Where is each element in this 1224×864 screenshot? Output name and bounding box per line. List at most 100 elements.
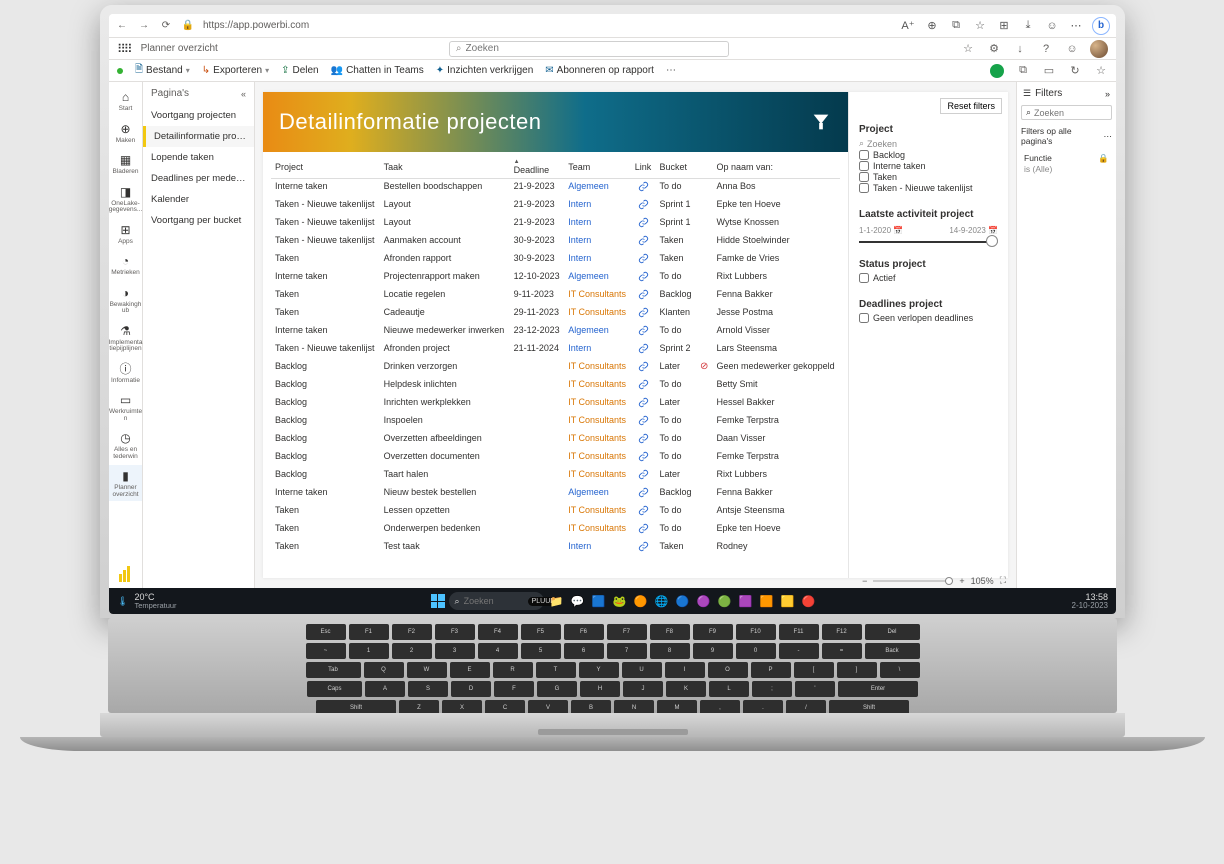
nav-item[interactable]: ▦Bladeren [109, 149, 142, 179]
taskbar-app-icon[interactable]: 🌐 [653, 592, 671, 610]
link-cell[interactable] [631, 485, 656, 503]
page-tab[interactable]: Voortgang per bucket [143, 210, 254, 231]
nav-item[interactable]: ◔Metrieken [109, 250, 142, 280]
table-row[interactable]: TakenOnderwerpen bedenkenIT ConsultantsT… [271, 521, 840, 539]
link-cell[interactable] [631, 269, 656, 287]
link-cell[interactable] [631, 395, 656, 413]
activity-slider[interactable]: 1-1-2020 📅 14-9-2023 📅 [859, 226, 998, 243]
avatar[interactable] [1090, 40, 1108, 58]
link-cell[interactable] [631, 521, 656, 539]
table-row[interactable]: TakenTest taakInternTakenRodney [271, 539, 840, 557]
nav-item[interactable]: ⊕Maken [109, 118, 142, 148]
weather-icon[interactable]: 🌡 [117, 596, 128, 607]
nav-item[interactable]: ◑Bewakingh ub [109, 282, 142, 318]
breadcrumb[interactable]: Planner overzicht [141, 43, 218, 54]
nav-item[interactable]: ◷Alles en tederwin [109, 427, 142, 463]
table-row[interactable]: TakenLocatie regelen9-11-2023IT Consulta… [271, 287, 840, 305]
teams-button[interactable]: 👥Chatten in Teams [331, 65, 424, 76]
link-cell[interactable] [631, 215, 656, 233]
taskbar-search-input[interactable] [464, 596, 524, 606]
taskbar-app-icon[interactable]: 🟣 [695, 592, 713, 610]
profile-icon[interactable]: ☺ [1044, 18, 1060, 34]
table-row[interactable]: Interne takenProjectenrapport maken12-10… [271, 269, 840, 287]
overflow-icon[interactable]: ⋯ [666, 65, 676, 76]
fav-icon[interactable]: ☆ [960, 41, 976, 57]
zoom-out-icon[interactable]: − [862, 576, 867, 586]
extensions-icon[interactable]: ⧉ [948, 18, 964, 34]
export-menu[interactable]: ↳Exporteren▾ [202, 65, 269, 76]
reset-filters-button[interactable]: Reset filters [940, 98, 1002, 114]
reset-icon[interactable]: ↻ [1068, 64, 1082, 77]
sync-status-icon[interactable] [990, 64, 1004, 78]
taskbar-app-icon[interactable]: 🐸 [611, 592, 629, 610]
col-header[interactable] [696, 156, 713, 179]
bookmark-icon[interactable]: ⧉ [1016, 64, 1030, 77]
insights-button[interactable]: ✦Inzichten verkrijgen [436, 65, 534, 76]
nav-item[interactable]: ◨OneLake-gegevens... [109, 181, 142, 217]
back-icon[interactable]: ← [115, 20, 129, 31]
link-cell[interactable] [631, 449, 656, 467]
weather-widget[interactable]: 20°C Temperatuur [134, 593, 176, 610]
table-row[interactable]: BacklogInrichten werkplekkenIT Consultan… [271, 395, 840, 413]
filters-search-input[interactable] [1034, 108, 1107, 118]
search-input[interactable] [466, 43, 722, 54]
help-icon[interactable]: ? [1038, 41, 1054, 57]
taskbar-search[interactable]: ⌕ PLUUR [449, 592, 544, 610]
link-cell[interactable] [631, 503, 656, 521]
nav-item[interactable]: ▮Planner overzicht [109, 465, 142, 501]
fit-icon[interactable]: ⛶ [1000, 575, 1006, 586]
table-row[interactable]: Taken - Nieuwe takenlijstLayout21-9-2023… [271, 197, 840, 215]
star-icon[interactable]: ☆ [1094, 64, 1108, 77]
table-row[interactable]: Taken - Nieuwe takenlijstAanmaken accoun… [271, 233, 840, 251]
taskbar-app-icon[interactable]: 🔴 [800, 592, 818, 610]
link-cell[interactable] [631, 539, 656, 557]
filter-card[interactable]: Functie🔒 is (Alle) [1021, 150, 1112, 177]
col-header[interactable]: Deadline [510, 156, 565, 179]
table-row[interactable]: TakenCadeautje29-11-2023IT ConsultantsKl… [271, 305, 840, 323]
slider-knob[interactable] [986, 235, 998, 247]
table-row[interactable]: Interne takenBestellen boodschappen21-9-… [271, 179, 840, 198]
downloads-icon[interactable]: ⤓ [1020, 18, 1036, 34]
taskbar-app-icon[interactable]: 🟦 [590, 592, 608, 610]
global-search[interactable]: ⌕ [449, 41, 729, 57]
nav-item[interactable]: ⊞Apps [109, 219, 142, 249]
col-header[interactable]: Op naam van: [713, 156, 840, 179]
page-tab[interactable]: Detailinformatie projec... [143, 126, 254, 147]
translate-icon[interactable]: ⊕ [924, 18, 940, 34]
expand-filters-icon[interactable]: » [1105, 89, 1110, 99]
table-row[interactable]: TakenAfronden rapport30-9-2023InternTake… [271, 251, 840, 269]
feedback-icon[interactable]: ☺ [1064, 41, 1080, 57]
share-button[interactable]: ⇪Delen [281, 65, 319, 76]
nav-item[interactable]: ▭Werkruimte n [109, 389, 142, 425]
zoom-in-icon[interactable]: + [959, 576, 964, 586]
link-cell[interactable] [631, 179, 656, 198]
table-row[interactable]: BacklogDrinken verzorgenIT ConsultantsLa… [271, 359, 840, 377]
project-search[interactable]: ⌕Zoeken [859, 138, 998, 149]
col-header[interactable]: Team [564, 156, 631, 179]
table-row[interactable]: BacklogTaart halenIT ConsultantsLaterRix… [271, 467, 840, 485]
taskbar-app-icon[interactable]: 🔵 [674, 592, 692, 610]
col-header[interactable]: Taak [380, 156, 510, 179]
table-row[interactable]: Interne takenNieuwe medewerker inwerken2… [271, 323, 840, 341]
page-tab[interactable]: Kalender [143, 189, 254, 210]
nav-item[interactable]: ⚗Implementa tiepijplijnen [109, 320, 142, 356]
link-cell[interactable] [631, 341, 656, 359]
taskbar-app-icon[interactable]: 💬 [569, 592, 587, 610]
read-aloud-icon[interactable]: A⁺ [900, 18, 916, 34]
page-tab[interactable]: Voortgang projecten [143, 105, 254, 126]
link-cell[interactable] [631, 431, 656, 449]
file-menu[interactable]: 🗎Bestand▾ [135, 62, 190, 79]
link-cell[interactable] [631, 359, 656, 377]
link-cell[interactable] [631, 287, 656, 305]
filters-search[interactable]: ⌕ [1021, 105, 1112, 120]
nav-item[interactable]: ⌂Start [109, 86, 142, 116]
table-row[interactable]: Taken - Nieuwe takenlijstLayout21-9-2023… [271, 215, 840, 233]
page-tab[interactable]: Deadlines per medewer... [143, 168, 254, 189]
col-header[interactable]: Link [631, 156, 656, 179]
link-cell[interactable] [631, 305, 656, 323]
waffle-icon[interactable]: ⠿⠿ [117, 42, 131, 56]
view-icon[interactable]: ▭ [1042, 64, 1056, 77]
link-cell[interactable] [631, 233, 656, 251]
table-row[interactable]: BacklogInspoelenIT ConsultantsTo doFemke… [271, 413, 840, 431]
table-row[interactable]: BacklogHelpdesk inlichtenIT ConsultantsT… [271, 377, 840, 395]
